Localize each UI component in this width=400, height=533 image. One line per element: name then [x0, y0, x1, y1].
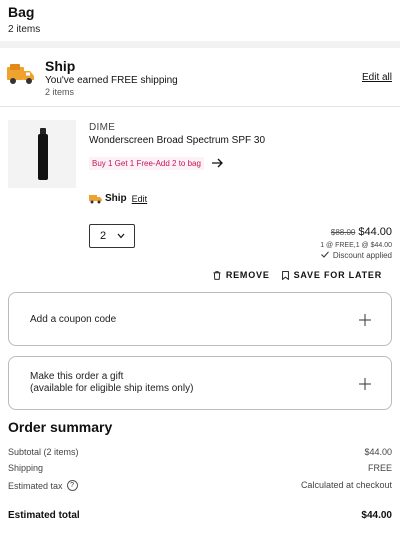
shipping-title: Ship — [45, 58, 76, 74]
save-for-later-button[interactable]: SAVE FOR LATER — [281, 270, 382, 280]
promo-row[interactable]: Buy 1 Get 1 Free-Add 2 to bag — [89, 155, 224, 171]
shipping-value: FREE — [367, 463, 392, 473]
edit-all-link[interactable]: Edit all — [362, 72, 392, 83]
item-ship-method: Ship Edit — [89, 193, 147, 204]
order-summary-title: Order summary — [8, 419, 113, 435]
arrow-right-icon[interactable] — [211, 158, 224, 168]
shipping-row: Shipping FREE — [8, 463, 392, 473]
quantity-select[interactable]: 2 — [89, 224, 135, 248]
subtotal-row: Subtotal (2 items) $44.00 — [8, 447, 392, 457]
trash-icon — [213, 270, 221, 280]
remove-button[interactable]: REMOVE — [213, 270, 270, 280]
divider — [0, 106, 400, 107]
chevron-down-icon — [117, 233, 125, 239]
remove-label: REMOVE — [225, 270, 270, 280]
shipping-item-count: 2 items — [45, 87, 75, 97]
bookmark-icon — [281, 270, 289, 280]
tax-value: Calculated at checkout — [300, 480, 392, 490]
ship-method-edit-link[interactable]: Edit — [132, 194, 148, 204]
coupon-card[interactable]: Add a coupon code — [8, 292, 392, 346]
product-brand[interactable]: DIME — [89, 122, 115, 133]
gift-subtitle: (available for eligible ship items only) — [30, 383, 194, 394]
original-price: $88.00 — [330, 228, 356, 237]
current-price: $44.00 — [358, 226, 392, 238]
gift-title: Make this order a gift — [30, 371, 124, 382]
tax-row: Estimated tax ? Calculated at checkout — [8, 480, 392, 491]
free-shipping-message: You've earned FREE shipping — [45, 75, 178, 86]
page-title: Bag — [8, 4, 35, 20]
plus-icon[interactable] — [359, 314, 371, 326]
price-breakdown: 1 @ FREE,1 @ $44.00 — [320, 242, 392, 249]
shipping-label: Shipping — [8, 463, 44, 473]
truck-icon — [7, 64, 34, 84]
truck-icon — [89, 194, 102, 203]
info-icon[interactable]: ? — [66, 480, 78, 491]
subtotal-value: $44.00 — [364, 447, 392, 457]
bag-item-count: 2 items — [8, 24, 41, 35]
tax-label: Estimated tax — [8, 480, 63, 491]
promo-badge[interactable]: Buy 1 Get 1 Free-Add 2 to bag — [89, 156, 204, 170]
plus-icon[interactable] — [359, 378, 371, 390]
save-for-later-label: SAVE FOR LATER — [293, 270, 382, 280]
subtotal-label: Subtotal (2 items) — [8, 447, 79, 457]
price-block: $88.00 $44.00 1 @ FREE,1 @ $44.00 Discoun… — [320, 226, 392, 260]
ship-method-label: Ship — [105, 193, 127, 204]
discount-note-text: Discount applied — [332, 251, 392, 260]
product-name[interactable]: Wonderscreen Broad Spectrum SPF 30 — [89, 135, 265, 146]
quantity-value: 2 — [100, 230, 107, 242]
shipping-section: Ship You've earned FREE shipping 2 items… — [0, 56, 400, 100]
total-value: $44.00 — [361, 510, 392, 521]
product-image[interactable] — [8, 120, 76, 188]
gift-card[interactable]: Make this order a gift (available for el… — [8, 356, 392, 410]
total-label: Estimated total — [8, 510, 80, 521]
item-actions: REMOVE SAVE FOR LATER — [213, 270, 382, 280]
bottle-shape — [38, 134, 48, 180]
coupon-label: Add a coupon code — [30, 314, 117, 325]
check-icon — [320, 251, 329, 258]
discount-note: Discount applied — [320, 251, 392, 260]
section-divider — [0, 41, 400, 48]
total-row: Estimated total $44.00 — [8, 510, 392, 521]
bag-header: Bag 2 items — [8, 4, 40, 36]
